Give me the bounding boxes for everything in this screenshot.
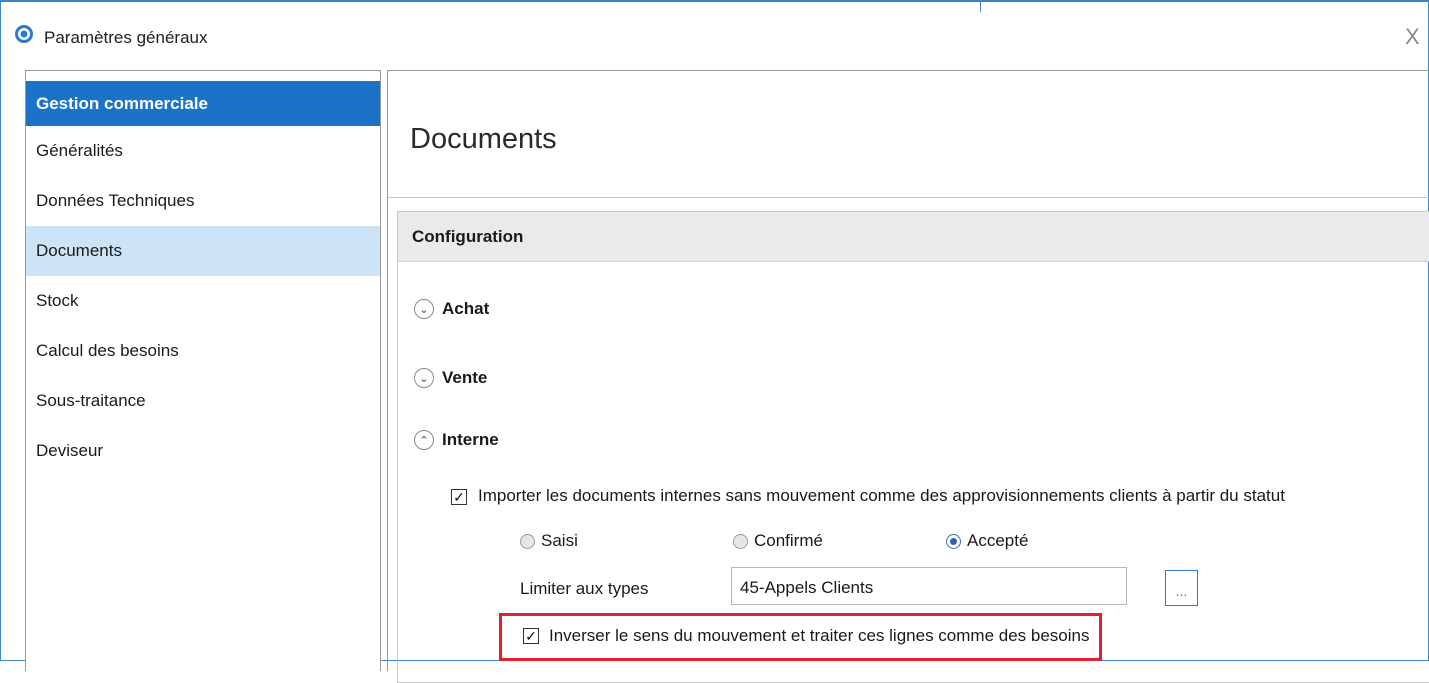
radio-saisi-label: Saisi [541, 531, 578, 550]
radio-accepte[interactable] [946, 534, 961, 549]
limit-types-label: Limiter aux types [520, 579, 649, 598]
chevron-up-icon[interactable]: ⌃ [414, 430, 434, 450]
radio-confirme-label: Confirmé [754, 531, 823, 550]
invert-movement-label: Inverser le sens du mouvement et traiter… [549, 626, 1090, 645]
settings-sidebar: Gestion commerciale Généralités Données … [25, 70, 381, 671]
group-label-achat: Achat [442, 299, 490, 318]
sidebar-item-deviseur[interactable]: Deviseur [26, 426, 380, 476]
title-divider [388, 197, 1429, 198]
import-documents-label: Importer les documents internes sans mou… [478, 486, 1285, 505]
sidebar-item-documents[interactable]: Documents [26, 226, 380, 276]
radio-accepte-label: Accepté [967, 531, 1029, 550]
app-logo-icon [15, 25, 33, 43]
chevron-down-icon[interactable]: ⌄ [414, 368, 434, 388]
section-header: Configuration [398, 212, 1429, 262]
sidebar-item-donnees-techniques[interactable]: Données Techniques [26, 176, 380, 226]
close-icon[interactable]: X [1405, 26, 1420, 48]
sidebar-item-sous-traitance[interactable]: Sous-traitance [26, 376, 380, 426]
invert-movement-checkbox[interactable]: ✓ [523, 628, 539, 644]
title-bar: Paramètres généraux X [0, 12, 1429, 52]
group-vente[interactable]: ⌄ Vente [414, 363, 487, 393]
sidebar-header-gestion-commerciale[interactable]: Gestion commerciale [26, 81, 380, 126]
limit-types-field[interactable]: 45-Appels Clients [731, 567, 1127, 605]
chevron-down-icon[interactable]: ⌄ [414, 299, 434, 319]
group-interne[interactable]: ⌃ Interne [414, 425, 499, 455]
group-label-vente: Vente [442, 368, 488, 387]
limit-types-value: 45-Appels Clients [740, 578, 874, 597]
import-documents-checkbox[interactable]: ✓ [451, 489, 467, 505]
sidebar-item-calcul-des-besoins[interactable]: Calcul des besoins [26, 326, 380, 376]
browse-types-button[interactable]: ... [1165, 570, 1198, 606]
section-title: Configuration [412, 227, 524, 246]
sidebar-item-generalites[interactable]: Généralités [26, 126, 380, 176]
group-label-interne: Interne [442, 430, 499, 449]
group-achat[interactable]: ⌄ Achat [414, 294, 489, 324]
sidebar-item-stock[interactable]: Stock [26, 276, 380, 326]
window-title: Paramètres généraux [44, 28, 208, 47]
page-title: Documents [410, 123, 557, 155]
radio-saisi[interactable] [520, 534, 535, 549]
radio-confirme[interactable] [733, 534, 748, 549]
